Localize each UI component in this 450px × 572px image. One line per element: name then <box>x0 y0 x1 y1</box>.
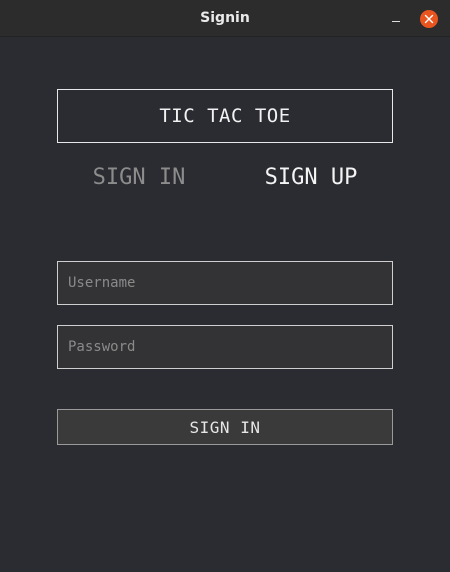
minimize-button[interactable] <box>388 10 404 26</box>
sign-in-button[interactable]: SIGN IN <box>57 409 393 445</box>
close-button[interactable] <box>420 10 438 28</box>
username-input[interactable] <box>57 261 393 305</box>
close-icon <box>424 14 434 24</box>
signin-window: Signin TIC TAC TOE SIGN IN SIGN UP SIGN … <box>0 0 450 572</box>
tab-sign-up[interactable]: SIGN UP <box>255 160 367 196</box>
window-title: Signin <box>200 10 250 26</box>
password-input[interactable] <box>57 325 393 369</box>
title-bar[interactable]: Signin <box>0 0 450 37</box>
tab-sign-in[interactable]: SIGN IN <box>83 160 195 196</box>
game-title-banner: TIC TAC TOE <box>57 89 393 143</box>
